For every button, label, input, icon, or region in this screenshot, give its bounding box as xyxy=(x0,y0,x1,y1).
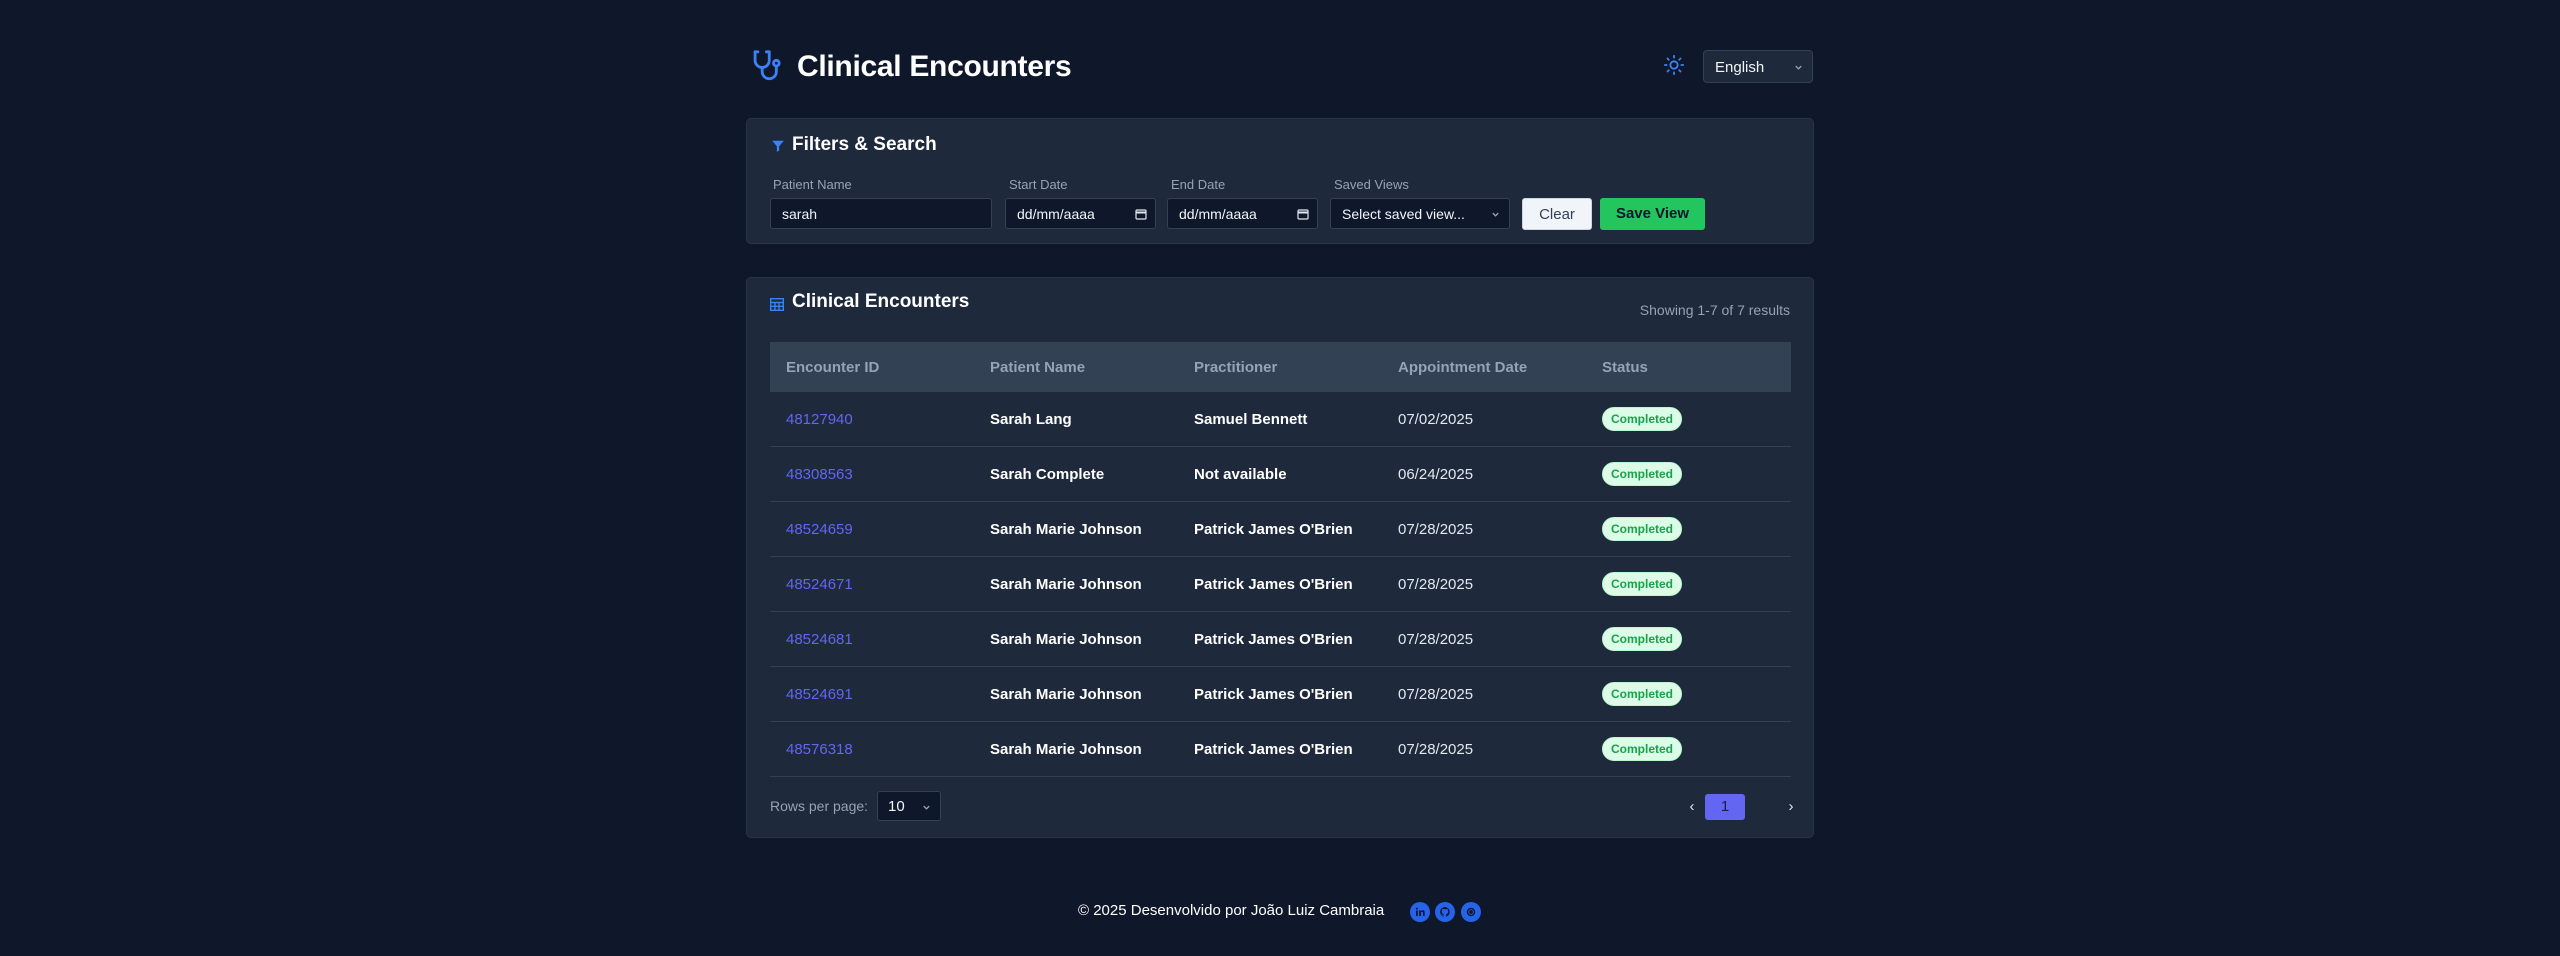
next-page-button[interactable]: › xyxy=(1771,794,1811,820)
patient-name-cell: Sarah Marie Johnson xyxy=(990,685,1142,703)
encounter-id-link[interactable]: 48524691 xyxy=(770,686,974,703)
patient-name-cell: Sarah Lang xyxy=(990,410,1072,428)
column-header-encounter-id[interactable]: Encounter ID xyxy=(770,359,974,376)
appointment-date-cell: 07/02/2025 xyxy=(1398,410,1474,428)
patient-name-value: sarah xyxy=(782,206,818,222)
status-badge: Completed xyxy=(1602,682,1683,706)
status-badge: Completed xyxy=(1602,627,1683,651)
website-icon[interactable] xyxy=(1461,902,1481,922)
table-row: 48127940 Sarah Lang Samuel Bennett 07/02… xyxy=(770,392,1791,447)
appointment-date-cell: 07/28/2025 xyxy=(1398,575,1474,593)
end-date-input[interactable]: dd/mm/aaaa xyxy=(1167,198,1318,229)
linkedin-icon[interactable] xyxy=(1410,902,1430,922)
table-row: 48308563 Sarah Complete Not available 06… xyxy=(770,447,1791,502)
practitioner-cell: Not available xyxy=(1194,465,1287,483)
app-header: Clinical Encounters English xyxy=(746,0,1814,118)
column-header-appointment-date[interactable]: Appointment Date xyxy=(1382,359,1586,376)
save-view-button[interactable]: Save View xyxy=(1600,198,1705,230)
page-title: Clinical Encounters xyxy=(797,50,1072,83)
status-badge: Completed xyxy=(1602,517,1683,541)
patient-name-cell: Sarah Complete xyxy=(990,465,1105,483)
encounter-id-link[interactable]: 48127940 xyxy=(770,411,974,428)
table-title: Clinical Encounters xyxy=(792,291,970,312)
github-icon[interactable] xyxy=(1435,902,1455,922)
patient-name-cell: Sarah Marie Johnson xyxy=(990,520,1142,538)
encounter-id-link[interactable]: 48308563 xyxy=(770,466,974,483)
practitioner-cell: Patrick James O'Brien xyxy=(1194,520,1353,538)
column-header-status[interactable]: Status xyxy=(1586,359,1791,376)
chevron-down-icon xyxy=(923,805,930,810)
status-badge: Completed xyxy=(1602,407,1683,431)
sun-icon[interactable] xyxy=(1663,54,1685,76)
calendar-icon[interactable] xyxy=(1135,208,1147,220)
end-date-value: dd/mm/aaaa xyxy=(1179,206,1257,222)
status-badge: Completed xyxy=(1602,572,1683,596)
encounters-panel: Clinical Encounters Showing 1-7 of 7 res… xyxy=(746,277,1814,838)
table-icon xyxy=(770,298,784,311)
end-date-label: End Date xyxy=(1171,177,1226,192)
table-header: Encounter ID Patient Name Practitioner A… xyxy=(770,342,1791,392)
table-row: 48524691 Sarah Marie Johnson Patrick Jam… xyxy=(770,667,1791,722)
encounter-id-link[interactable]: 48576318 xyxy=(770,741,974,758)
appointment-date-cell: 07/28/2025 xyxy=(1398,685,1474,703)
practitioner-cell: Patrick James O'Brien xyxy=(1194,685,1353,703)
encounter-id-link[interactable]: 48524659 xyxy=(770,521,974,538)
page-1-button[interactable]: 1 xyxy=(1705,794,1745,820)
encounter-id-link[interactable]: 48524681 xyxy=(770,631,974,648)
start-date-input[interactable]: dd/mm/aaaa xyxy=(1005,198,1156,229)
encounters-table: Encounter ID Patient Name Practitioner A… xyxy=(770,342,1791,777)
rows-per-page-label: Rows per page: xyxy=(770,798,869,814)
appointment-date-cell: 07/28/2025 xyxy=(1398,520,1474,538)
filters-title: Filters & Search xyxy=(792,134,937,155)
stethoscope-icon xyxy=(753,50,781,81)
rows-per-page-select[interactable]: 10 xyxy=(877,791,941,821)
practitioner-cell: Patrick James O'Brien xyxy=(1194,630,1353,648)
patient-name-cell: Sarah Marie Johnson xyxy=(990,630,1142,648)
filters-panel: Filters & Search Patient Name sarah Star… xyxy=(746,118,1814,244)
saved-views-value: Select saved view... xyxy=(1342,206,1465,222)
table-row: 48524671 Sarah Marie Johnson Patrick Jam… xyxy=(770,557,1791,612)
patient-name-input[interactable]: sarah xyxy=(770,198,992,229)
saved-views-label: Saved Views xyxy=(1334,177,1409,192)
practitioner-cell: Patrick James O'Brien xyxy=(1194,575,1353,593)
encounter-id-link[interactable]: 48524671 xyxy=(770,576,974,593)
filter-icon xyxy=(772,140,784,152)
app-container: Clinical Encounters English Filters & Se… xyxy=(746,0,1814,838)
language-select[interactable]: English xyxy=(1703,50,1813,83)
table-row: 48524659 Sarah Marie Johnson Patrick Jam… xyxy=(770,502,1791,557)
chevron-down-icon xyxy=(1492,212,1499,217)
footer-text: © 2025 Desenvolvido por João Luiz Cambra… xyxy=(1078,902,1385,919)
column-header-practitioner[interactable]: Practitioner xyxy=(1178,359,1382,376)
start-date-value: dd/mm/aaaa xyxy=(1017,206,1095,222)
calendar-icon[interactable] xyxy=(1297,208,1309,220)
appointment-date-cell: 07/28/2025 xyxy=(1398,740,1474,758)
patient-name-label: Patient Name xyxy=(773,177,852,192)
table-row: 48576318 Sarah Marie Johnson Patrick Jam… xyxy=(770,722,1791,777)
patient-name-cell: Sarah Marie Johnson xyxy=(990,740,1142,758)
practitioner-cell: Patrick James O'Brien xyxy=(1194,740,1353,758)
column-header-patient-name[interactable]: Patient Name xyxy=(974,359,1178,376)
rows-per-page-value: 10 xyxy=(888,798,905,815)
table-row: 48524681 Sarah Marie Johnson Patrick Jam… xyxy=(770,612,1791,667)
results-count: Showing 1-7 of 7 results xyxy=(1639,302,1790,318)
appointment-date-cell: 06/24/2025 xyxy=(1398,465,1474,483)
chevron-down-icon xyxy=(1795,65,1802,70)
clear-button[interactable]: Clear xyxy=(1522,198,1592,230)
saved-views-select[interactable]: Select saved view... xyxy=(1330,198,1510,229)
patient-name-cell: Sarah Marie Johnson xyxy=(990,575,1142,593)
status-badge: Completed xyxy=(1602,462,1683,486)
language-select-value: English xyxy=(1715,59,1765,76)
start-date-label: Start Date xyxy=(1009,177,1068,192)
appointment-date-cell: 07/28/2025 xyxy=(1398,630,1474,648)
practitioner-cell: Samuel Bennett xyxy=(1194,410,1308,428)
status-badge: Completed xyxy=(1602,737,1683,761)
